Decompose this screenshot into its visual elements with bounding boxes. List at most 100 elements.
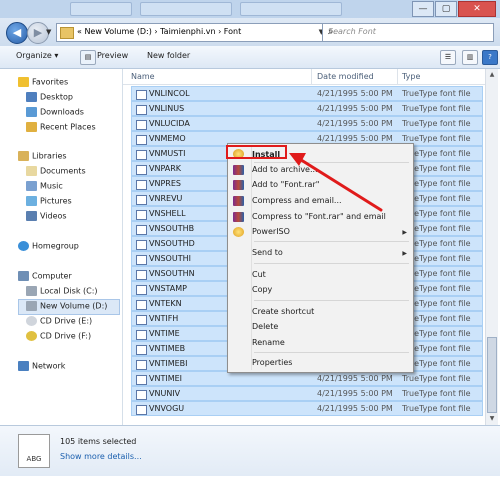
downloads-icon <box>26 107 37 117</box>
file-name: VNSOUTHD <box>149 239 195 248</box>
menu-item-add-to-font-rar[interactable]: Add to "Font.rar" <box>252 180 319 189</box>
file-row[interactable]: VNUNIV 4/21/1995 5:00 PM TrueType font fil… <box>131 386 483 401</box>
column-header-type[interactable]: Type <box>402 72 420 81</box>
sidebar-item-cd-drive-f[interactable]: CD Drive (F:) <box>26 331 91 341</box>
file-row[interactable]: VNTIMEI 4/21/1995 5:00 PM TrueType font fi… <box>131 371 483 386</box>
sidebar-item-homegroup[interactable]: Homegroup <box>18 241 79 251</box>
background-tab[interactable] <box>140 2 232 16</box>
preview-pane-icon[interactable]: ▥ <box>462 50 478 65</box>
file-name: VNSOUTHN <box>149 269 195 278</box>
menu-item-add-to-archive[interactable]: Add to archive... <box>252 165 318 174</box>
file-row[interactable]: VNVOGU 4/21/1995 5:00 PM TrueType font fil… <box>131 401 483 416</box>
column-divider[interactable] <box>397 69 398 84</box>
search-input[interactable]: Search Font ⌕ <box>322 23 494 42</box>
font-file-icon <box>136 165 147 175</box>
recent-places-icon <box>26 122 37 132</box>
menu-separator <box>254 162 409 163</box>
documents-icon <box>26 166 37 176</box>
sidebar-item-label: Pictures <box>40 196 72 206</box>
file-row[interactable]: VNLUCIDA 4/21/1995 5:00 PM TrueType font f… <box>131 116 483 131</box>
folder-icon <box>60 27 74 39</box>
sidebar-item-new-volume-d-label[interactable]: New Volume (D:) <box>26 301 107 311</box>
font-file-icon: ABG <box>18 434 50 468</box>
file-type: TrueType font file <box>402 404 471 413</box>
scroll-thumb[interactable] <box>487 337 497 413</box>
search-icon[interactable]: ⌕ <box>328 26 489 37</box>
close-button[interactable]: ✕ <box>458 1 496 17</box>
menu-item-create-shortcut[interactable]: Create shortcut <box>252 307 314 316</box>
column-header-date[interactable]: Date modified <box>317 72 374 81</box>
sidebar-item-network[interactable]: Network <box>18 361 65 371</box>
font-file-icon <box>136 135 147 145</box>
minimize-button[interactable]: — <box>412 1 434 17</box>
menu-item-rename[interactable]: Rename <box>252 338 285 347</box>
font-file-icon <box>136 255 147 265</box>
sidebar-item-videos[interactable]: Videos <box>26 211 67 221</box>
context-menu: Install Add to archive... Add to "Font.r… <box>227 143 414 373</box>
font-file-icon <box>136 345 147 355</box>
file-row[interactable]: VNLINUS 4/21/1995 5:00 PM TrueType font fi… <box>131 101 483 116</box>
menu-item-compress-and-email[interactable]: Compress and email... <box>252 196 342 205</box>
pictures-icon <box>26 196 37 206</box>
background-tab[interactable] <box>70 2 132 16</box>
new-folder-button[interactable]: New folder <box>147 51 190 60</box>
view-options-icon[interactable]: ☰ <box>440 50 456 65</box>
sidebar-item-documents[interactable]: Documents <box>26 166 86 176</box>
font-file-icon <box>136 180 147 190</box>
file-row[interactable]: VNLINCOL 4/21/1995 5:00 PM TrueType font f… <box>131 86 483 101</box>
address-row: ◀ ▶ ▼ « New Volume (D:) › Taimienphi.vn … <box>0 18 500 46</box>
font-file-icon <box>136 330 147 340</box>
background-tab[interactable] <box>240 2 342 16</box>
sidebar-item-label: Computer <box>32 271 72 281</box>
address-bar[interactable]: « New Volume (D:) › Taimienphi.vn › Font… <box>56 23 328 42</box>
install-highlight-box <box>226 145 287 159</box>
file-name: VNTIFH <box>149 314 179 323</box>
show-more-details-link[interactable]: Show more details... <box>60 452 142 461</box>
scroll-down-icon[interactable]: ▼ <box>487 415 497 422</box>
menu-item-send-to[interactable]: Send to <box>252 248 283 257</box>
font-file-icon <box>136 195 147 205</box>
sidebar-item-recent-places[interactable]: Recent Places <box>26 122 96 132</box>
sidebar-item-pictures[interactable]: Pictures <box>26 196 72 206</box>
column-divider[interactable] <box>311 69 312 84</box>
sidebar-item-local-disk-c[interactable]: Local Disk (C:) <box>26 286 98 296</box>
sidebar-item-libraries[interactable]: Libraries <box>18 151 67 161</box>
drive-icon <box>26 286 37 296</box>
organize-button[interactable]: Organize ▾ <box>16 51 58 60</box>
file-name: VNSTAMP <box>149 284 187 293</box>
sidebar-item-cd-drive-e[interactable]: CD Drive (E:) <box>26 316 92 326</box>
maximize-button[interactable]: ▢ <box>435 1 457 17</box>
breadcrumb[interactable]: « New Volume (D:) › Taimienphi.vn › Font <box>77 27 241 36</box>
menu-item-copy[interactable]: Copy <box>252 285 272 294</box>
file-type: TrueType font file <box>402 389 471 398</box>
help-icon[interactable]: ? <box>482 50 498 65</box>
file-name: VNTIMEI <box>149 374 183 383</box>
menu-item-delete[interactable]: Delete <box>252 322 278 331</box>
column-header-row: Name Date modified Type <box>123 69 485 85</box>
sidebar-item-favorites[interactable]: Favorites <box>18 77 68 87</box>
sidebar-item-downloads[interactable]: Downloads <box>26 107 84 117</box>
file-date: 4/21/1995 5:00 PM <box>317 119 393 128</box>
menu-separator <box>254 300 409 301</box>
vertical-scrollbar[interactable]: ▲ ▼ <box>485 69 498 425</box>
file-type: TrueType font file <box>402 89 471 98</box>
menu-item-compress-to-font-rar-and-email[interactable]: Compress to "Font.rar" and email <box>252 212 386 221</box>
font-file-icon <box>136 240 147 250</box>
sidebar-item-computer[interactable]: Computer <box>18 271 72 281</box>
file-type: TrueType font file <box>402 119 471 128</box>
chevron-down-icon[interactable]: ▼ <box>46 28 51 36</box>
preview-button[interactable]: Preview <box>97 51 128 60</box>
winrar-icon <box>233 180 244 190</box>
menu-item-poweriso[interactable]: PowerISO <box>252 227 290 236</box>
sidebar-item-music[interactable]: Music <box>26 181 63 191</box>
menu-item-properties[interactable]: Properties <box>252 358 292 367</box>
back-button[interactable]: ◀ <box>6 22 28 44</box>
command-bar: Organize ▾ ▤ Preview New folder ☰ ▥ ? <box>0 46 500 69</box>
font-file-icon <box>136 315 147 325</box>
scroll-up-icon[interactable]: ▲ <box>487 71 497 78</box>
column-header-name[interactable]: Name <box>131 72 155 81</box>
sidebar-item-desktop[interactable]: Desktop <box>26 92 73 102</box>
file-name: VNPRES <box>149 179 181 188</box>
menu-item-cut[interactable]: Cut <box>252 270 266 279</box>
sidebar-item-label: Homegroup <box>32 241 79 251</box>
